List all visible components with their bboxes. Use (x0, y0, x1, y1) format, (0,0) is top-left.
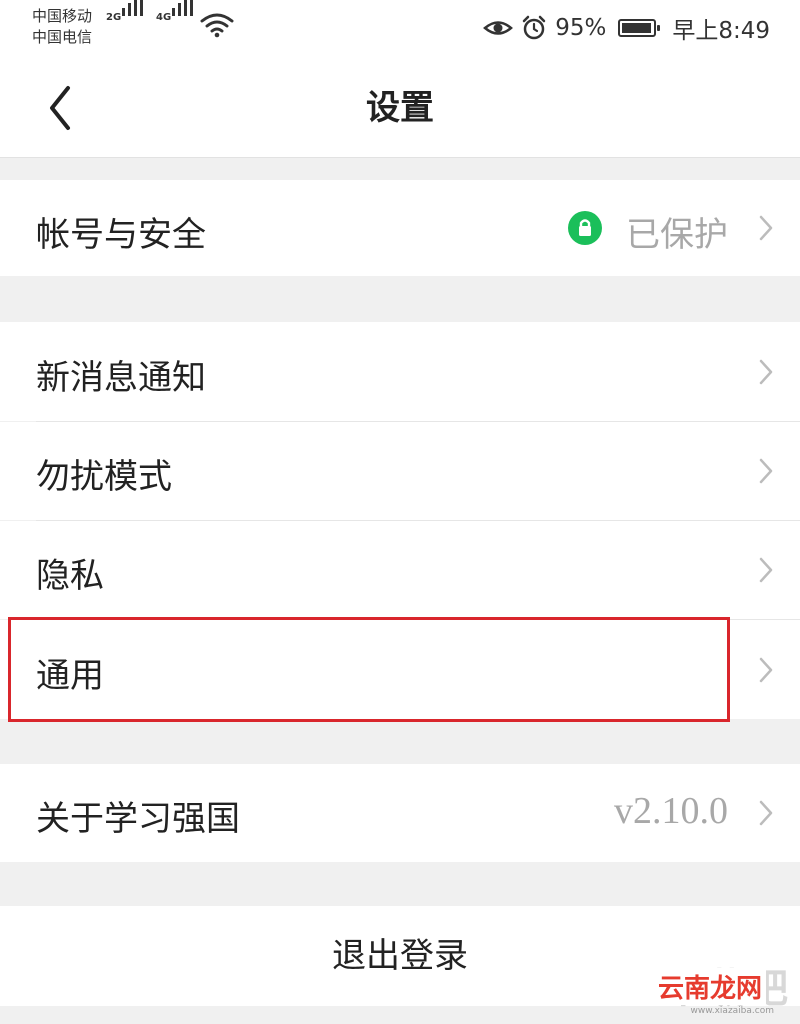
carrier-1: 中国移动 (32, 7, 93, 25)
network-type-2: 4G (156, 12, 172, 23)
notifications-label: 新消息通知 (36, 358, 206, 398)
battery-icon (618, 19, 661, 37)
privacy-label: 隐私 (36, 556, 104, 596)
network-type-1: 2G (106, 12, 122, 23)
battery-percent: 95% (555, 15, 607, 41)
settings-item-privacy[interactable]: 隐私 (0, 521, 800, 619)
status-bar: 中国移动 中国电信 2G 4G 95% 早上8:49 (0, 0, 800, 58)
chevron-right-icon (759, 557, 773, 583)
watermark-main: 云南龙网 (653, 968, 766, 1005)
settings-item-general[interactable]: 通用 (0, 620, 800, 719)
chevron-right-icon (759, 800, 773, 826)
about-label: 关于学习强国 (36, 799, 240, 839)
carrier-info: 中国移动 中国电信 (32, 6, 92, 48)
page-title: 设置 (366, 88, 434, 128)
account-security-status: 已保护 (626, 215, 728, 255)
settings-item-about[interactable]: 关于学习强国 v2.10.0 (0, 764, 800, 862)
alarm-icon (522, 15, 546, 40)
chevron-left-icon[interactable] (38, 80, 86, 136)
general-label: 通用 (36, 656, 104, 696)
app-version: v2.10.0 (614, 790, 728, 832)
settings-item-do-not-disturb[interactable]: 勿扰模式 (0, 422, 800, 520)
chevron-right-icon (759, 215, 773, 241)
watermark-sub: www.xiazaiba.com (690, 1006, 774, 1016)
nav-bar: 设置 (0, 58, 800, 158)
do-not-disturb-label: 勿扰模式 (36, 457, 172, 497)
status-right: 95% 早上8:49 (483, 10, 770, 46)
account-security-label: 帐号与安全 (36, 215, 206, 255)
clock-time: 早上8:49 (672, 18, 770, 44)
carrier-2: 中国电信 (32, 28, 93, 46)
lock-icon (568, 211, 602, 245)
chevron-right-icon (759, 458, 773, 484)
settings-item-account-security[interactable]: 帐号与安全 已保护 (0, 180, 800, 276)
chevron-right-icon (759, 359, 773, 385)
watermark-logo: 下载吧 云南龙网 www.xiazaiba.com (652, 956, 792, 1018)
eye-icon (483, 21, 514, 35)
chevron-right-icon (759, 657, 773, 683)
settings-item-notifications[interactable]: 新消息通知 (0, 322, 800, 421)
wifi-icon (200, 13, 234, 38)
